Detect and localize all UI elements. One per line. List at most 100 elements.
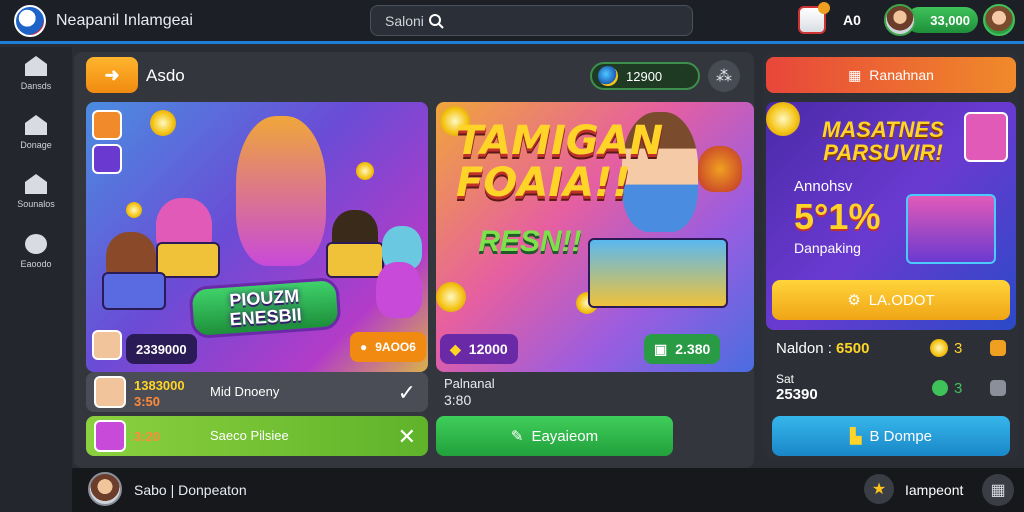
player-status: Sabo | Donpeaton xyxy=(134,482,247,498)
character-icon xyxy=(964,112,1008,162)
coin-value: 12900 xyxy=(626,68,663,84)
prize-pill-left[interactable]: ◆ 12000 xyxy=(440,334,518,364)
explore-label: Eayaieom xyxy=(531,427,599,445)
back-button[interactable]: ➜ xyxy=(86,57,138,93)
grid-menu-button[interactable]: ▦ xyxy=(982,474,1014,506)
chest-icon xyxy=(906,194,996,264)
promo-title: MASATNES PARSUVIR! xyxy=(822,117,944,166)
coin-balance[interactable]: 12900 xyxy=(590,62,700,90)
stat-value-2: 25390 xyxy=(776,386,818,403)
prize-value: 9AOO6 xyxy=(375,340,416,354)
creature-character xyxy=(376,262,422,318)
close-icon[interactable]: ✕ xyxy=(398,424,416,450)
globe-icon xyxy=(598,66,618,86)
hero-character xyxy=(236,116,326,266)
crate-icon xyxy=(326,242,384,278)
coin-icon xyxy=(766,102,800,136)
grid-icon: ▦ xyxy=(990,482,1006,499)
app-title: Neapanil Inlamgeai xyxy=(56,12,193,29)
search-input[interactable]: Saloni xyxy=(370,5,693,36)
item-thumbnail xyxy=(94,420,126,452)
row-sub: 3:50 xyxy=(134,394,161,409)
avatar[interactable] xyxy=(88,472,122,506)
promo-percent: 5°1% xyxy=(794,196,881,237)
sidebar-item-label: Dansds xyxy=(20,81,52,91)
castle-icon: ▙ xyxy=(849,428,862,445)
coin-icon: ● xyxy=(360,340,368,354)
star-button[interactable]: ★ xyxy=(864,474,894,504)
explore-button[interactable]: ✎ Eayaieom xyxy=(436,416,673,456)
sidebar-item-eaoodo[interactable]: Eaoodo xyxy=(0,234,72,284)
stat-value: 6500 xyxy=(836,340,870,357)
badge-icon[interactable] xyxy=(990,340,1006,356)
card-2-title: TAMIGAN FOAIA!! xyxy=(456,118,664,206)
search-text: Saloni xyxy=(385,12,424,29)
coin-icon xyxy=(356,162,374,180)
coin-icon xyxy=(150,110,176,136)
home-icon xyxy=(25,174,47,194)
share-icon: ⁂ xyxy=(716,68,732,85)
coin-icon xyxy=(436,282,466,312)
cash-icon: ▣ xyxy=(654,340,668,357)
truck-icon xyxy=(588,238,728,308)
profile-avatar[interactable] xyxy=(983,4,1015,36)
promo-subtitle: Annohsv xyxy=(794,178,853,195)
dompe-label: B Dompe xyxy=(869,427,933,445)
player-score-value: 2339000 xyxy=(136,341,187,357)
list-item[interactable]: 3:20 Saeco Pilsiee ✕ xyxy=(86,416,428,456)
badge-icon xyxy=(92,110,122,140)
prize-value: 2.380 xyxy=(675,341,711,357)
claim-button[interactable]: ⚙ LA.ODOT xyxy=(772,280,1010,320)
cash-icon xyxy=(932,380,948,396)
promo-label: Ranahnan xyxy=(869,67,934,83)
prize-pill-right[interactable]: ▣ 2.380 xyxy=(644,334,721,364)
card-2-subtitle: RESN!! xyxy=(478,225,582,258)
row-name: Saeco Pilsiee xyxy=(210,428,289,443)
sidebar-item-label: Donage xyxy=(20,140,52,150)
home-icon xyxy=(25,115,47,135)
avatar[interactable] xyxy=(884,4,916,36)
sidebar-item-dansds[interactable]: Dansds xyxy=(0,56,72,106)
row-score: 1383000 xyxy=(134,378,185,393)
coin-icon xyxy=(930,339,948,357)
card-2-value: 3:80 xyxy=(444,392,472,408)
search-icon xyxy=(428,13,444,29)
stat-extra-2: 3 xyxy=(954,380,963,397)
diamond-icon: ◆ xyxy=(450,340,461,357)
prize-value: 12000 xyxy=(468,341,508,357)
lantern-icon xyxy=(698,146,742,192)
chat-icon xyxy=(25,234,47,254)
home-icon xyxy=(25,56,47,76)
row-score: 3:20 xyxy=(134,429,161,444)
calendar-icon: ▦ xyxy=(848,66,862,83)
balance-value: 33,000 xyxy=(930,12,970,28)
badge-icon[interactable] xyxy=(990,380,1006,396)
promo-button[interactable]: ▦ Ranahnan xyxy=(766,57,1016,93)
stat-label-2: Sat xyxy=(776,372,795,386)
section-title: Asdo xyxy=(146,66,185,85)
card-2-label: Palnanal xyxy=(444,376,495,391)
gift-icon[interactable] xyxy=(798,2,830,34)
app-logo[interactable] xyxy=(14,5,46,37)
sidebar-item-label: Eaoodo xyxy=(20,259,52,269)
player-avatar xyxy=(92,330,122,360)
stat-label: Naldon : xyxy=(776,340,832,357)
player-avatar xyxy=(94,376,126,408)
share-button[interactable]: ⁂ xyxy=(708,60,740,92)
gear-icon: ⚙ xyxy=(847,292,861,309)
crate-icon xyxy=(156,242,220,278)
star-icon: ★ xyxy=(871,481,887,498)
crate-icon xyxy=(102,272,166,310)
promo-subtitle-2: Danpaking xyxy=(794,240,861,256)
sidebar-item-donage[interactable]: Donage xyxy=(0,115,72,165)
row-name: Mid Dnoeny xyxy=(210,384,280,399)
sidebar-item-label: Sounalos xyxy=(17,199,55,209)
check-icon[interactable]: ✓ xyxy=(398,380,416,406)
list-item[interactable]: 1383000 3:50 Mid Dnoeny ✓ xyxy=(86,372,428,412)
dompe-button[interactable]: ▙ B Dompe xyxy=(772,416,1010,456)
balance-pill[interactable]: 33,000 xyxy=(906,7,978,33)
edit-icon: ✎ xyxy=(510,428,524,445)
sidebar-item-sounalos[interactable]: Sounalos xyxy=(0,174,72,224)
gift-count: A0 xyxy=(843,12,861,28)
prize-badge[interactable]: ● 9AOO6 xyxy=(350,332,426,362)
